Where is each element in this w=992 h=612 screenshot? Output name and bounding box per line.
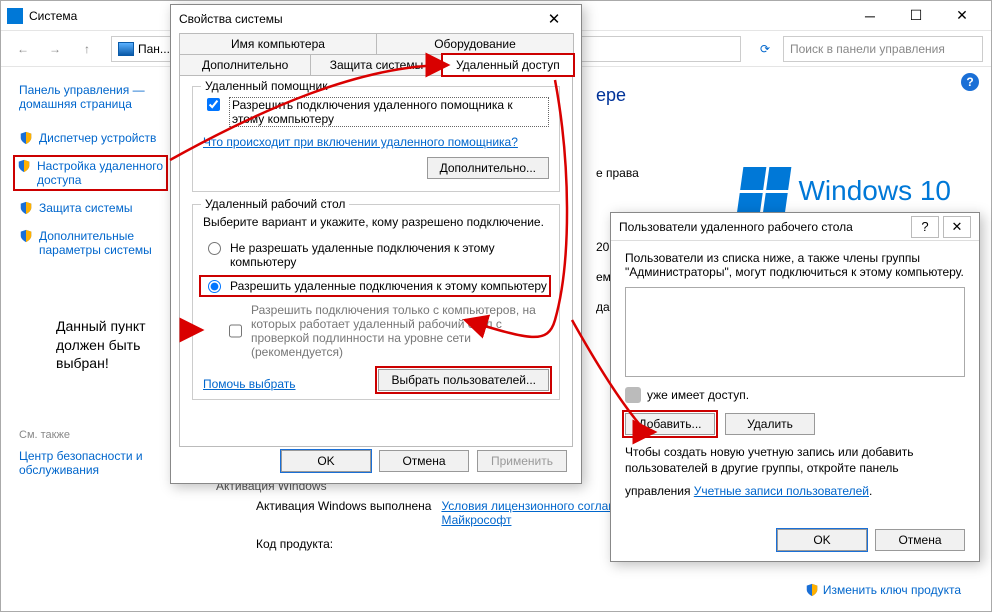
- add-button[interactable]: Добавить...: [625, 413, 715, 435]
- sidebar-item-remote-settings[interactable]: Настройка удаленного доступа: [15, 157, 166, 189]
- windows-logo-icon: [737, 167, 792, 215]
- advanced-button[interactable]: Дополнительно...: [427, 157, 549, 179]
- maximize-button[interactable]: ☐: [893, 1, 939, 31]
- user-icon: [625, 387, 641, 403]
- shield-icon: [19, 201, 33, 215]
- close-button[interactable]: ✕: [535, 7, 573, 31]
- windows-logo: Windows 10: [740, 167, 951, 215]
- sp-content: Удаленный помощник Разрешить подключения…: [179, 75, 573, 447]
- help-button[interactable]: ?: [911, 216, 939, 238]
- checkbox-input[interactable]: [229, 306, 242, 356]
- ru-title-text: Пользователи удаленного рабочего стола: [619, 220, 853, 234]
- users-listbox[interactable]: [625, 287, 965, 377]
- user-accounts-link[interactable]: Учетные записи пользователей: [694, 484, 869, 500]
- remove-button[interactable]: Удалить: [725, 413, 815, 435]
- windows-logo-text: Windows 10: [798, 175, 951, 207]
- sidebar-item-system-protection[interactable]: Защита системы: [19, 199, 166, 217]
- assistance-help-link[interactable]: Что происходит при включении удаленного …: [203, 135, 518, 149]
- radio-label: Не разрешать удаленные подключения к это…: [230, 241, 549, 269]
- remote-assistance-group: Удаленный помощник Разрешить подключения…: [192, 86, 560, 192]
- ru-desc: Пользователи из списка ниже, а также чле…: [625, 251, 965, 279]
- sidebar-item-label: Дополнительные параметры системы: [39, 229, 166, 257]
- activation-status: Активация Windows выполнена: [256, 499, 431, 527]
- shield-icon: [17, 159, 31, 173]
- ok-button[interactable]: OK: [777, 529, 867, 551]
- minimize-button[interactable]: ─: [847, 1, 893, 31]
- nla-checkbox[interactable]: Разрешить подключения только с компьютер…: [225, 303, 549, 359]
- sidebar-item-advanced[interactable]: Дополнительные параметры системы: [19, 227, 166, 259]
- search-input[interactable]: Поиск в панели управления: [783, 36, 983, 62]
- change-key-link[interactable]: Изменить ключ продукта: [805, 583, 961, 597]
- sidebar-item-label: Настройка удаленного доступа: [37, 159, 164, 187]
- sidebar-item-device-manager[interactable]: Диспетчер устройств: [19, 129, 166, 147]
- change-key-text: Изменить ключ продукта: [823, 583, 961, 597]
- search-placeholder: Поиск в панели управления: [790, 42, 945, 56]
- group-legend: Удаленный рабочий стол: [201, 197, 349, 211]
- close-button[interactable]: ✕: [943, 216, 971, 238]
- checkbox-label: Разрешить подключения только с компьютер…: [251, 303, 549, 359]
- ru-footer: OK Отмена: [777, 529, 965, 551]
- shield-icon: [805, 583, 819, 597]
- sp-footer: OK Отмена Применить: [171, 439, 581, 483]
- monitor-icon: [118, 42, 134, 56]
- ru-body: Пользователи из списка ниже, а также чле…: [611, 241, 979, 510]
- checkbox-input[interactable]: [207, 98, 220, 111]
- already-has-access: уже имеет доступ.: [625, 387, 965, 403]
- checkbox-label: Разрешить подключения удаленного помощни…: [229, 97, 549, 127]
- tab-protection[interactable]: Защита системы: [310, 54, 442, 76]
- allow-assistance-checkbox[interactable]: Разрешить подключения удаленного помощни…: [203, 97, 549, 127]
- radio-label: Разрешить удаленные подключения к этому …: [230, 279, 547, 293]
- radio-allow[interactable]: Разрешить удаленные подключения к этому …: [201, 277, 549, 295]
- ru-note: Чтобы создать новую учетную запись или д…: [625, 445, 965, 500]
- sidebar-item-label: Диспетчер устройств: [39, 131, 156, 145]
- cancel-button[interactable]: Отмена: [379, 450, 469, 472]
- close-button[interactable]: ✕: [939, 1, 985, 31]
- remote-desktop-group: Удаленный рабочий стол Выберите вариант …: [192, 204, 560, 400]
- remote-users-dialog: Пользователи удаленного рабочего стола ?…: [610, 212, 980, 562]
- up-button[interactable]: ↑: [73, 35, 101, 63]
- cancel-button[interactable]: Отмена: [875, 529, 965, 551]
- forward-button[interactable]: →: [41, 35, 69, 63]
- help-choose-link[interactable]: Помочь выбрать: [203, 377, 296, 391]
- seealso-link[interactable]: Центр безопасности и обслуживания: [19, 449, 166, 477]
- ru-titlebar: Пользователи удаленного рабочего стола ?…: [611, 213, 979, 241]
- sp-tabs: Имя компьютера Оборудование Дополнительн…: [171, 33, 581, 75]
- sidebar-item-label: Защита системы: [39, 201, 132, 215]
- already-text: уже имеет доступ.: [647, 388, 749, 402]
- choose-hint: Выберите вариант и укажите, кому разреше…: [203, 215, 549, 229]
- tab-computer-name[interactable]: Имя компьютера: [179, 33, 377, 55]
- radio-deny[interactable]: Не разрешать удаленные подключения к это…: [203, 241, 549, 269]
- back-button[interactable]: ←: [9, 35, 37, 63]
- tab-hardware[interactable]: Оборудование: [376, 33, 574, 55]
- page-title-tail: ере: [596, 85, 971, 106]
- apply-button[interactable]: Применить: [477, 450, 567, 472]
- radio-input[interactable]: [208, 242, 221, 255]
- sp-titlebar: Свойства системы ✕: [171, 5, 581, 33]
- tab-advanced[interactable]: Дополнительно: [179, 54, 311, 76]
- radio-input[interactable]: [208, 280, 221, 293]
- ok-button[interactable]: OK: [281, 450, 371, 472]
- shield-icon: [19, 131, 33, 145]
- shield-icon: [19, 229, 33, 243]
- seealso-heading: См. также: [19, 429, 166, 441]
- system-properties-dialog: Свойства системы ✕ Имя компьютера Оборуд…: [170, 4, 582, 484]
- select-users-button[interactable]: Выбрать пользователей...: [378, 369, 549, 391]
- sp-title-text: Свойства системы: [179, 12, 283, 26]
- breadcrumb-text: Пан...: [138, 42, 170, 56]
- refresh-button[interactable]: ⟳: [751, 35, 779, 63]
- group-legend: Удаленный помощник: [201, 79, 332, 93]
- computer-icon: [7, 8, 23, 24]
- tab-remote[interactable]: Удаленный доступ: [442, 54, 574, 76]
- cp-title: Система: [29, 9, 77, 23]
- cp-home-link[interactable]: Панель управления — домашняя страница: [19, 83, 166, 111]
